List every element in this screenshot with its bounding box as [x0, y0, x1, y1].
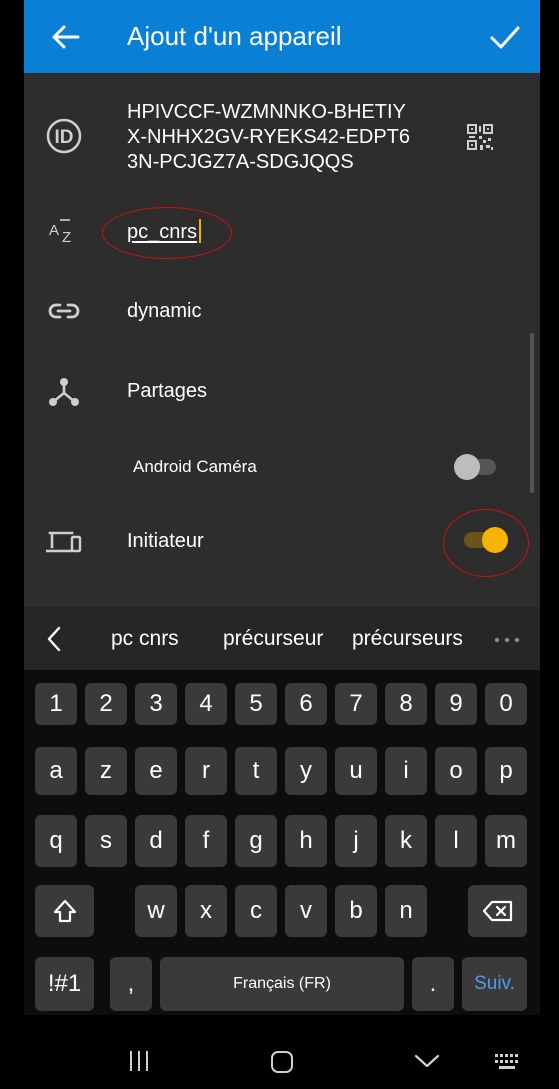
- svg-text:ID: ID: [55, 127, 74, 148]
- device-id-text[interactable]: HPIVCCF-WZMNNKO-BHETIY X-NHHX2GV-RYEKS42…: [127, 100, 427, 175]
- key[interactable]: g: [235, 815, 277, 867]
- key[interactable]: u: [335, 747, 377, 795]
- key[interactable]: l: [435, 815, 477, 867]
- page-title: Ajout d'un appareil: [127, 21, 342, 51]
- key[interactable]: 4: [185, 683, 227, 725]
- shift-key[interactable]: [35, 885, 94, 937]
- key[interactable]: z: [85, 747, 127, 795]
- key[interactable]: 1: [35, 683, 77, 725]
- key[interactable]: q: [35, 815, 77, 867]
- period-key[interactable]: .: [412, 957, 454, 1011]
- id-icon: ID: [46, 118, 82, 154]
- key[interactable]: j: [335, 815, 377, 867]
- suggestion-item[interactable]: précurseur: [223, 627, 323, 651]
- key[interactable]: o: [435, 747, 477, 795]
- key[interactable]: s: [85, 815, 127, 867]
- key[interactable]: c: [235, 885, 277, 937]
- key[interactable]: 7: [335, 683, 377, 725]
- key[interactable]: w: [135, 885, 177, 937]
- system-nav-bar: [24, 1015, 540, 1089]
- backspace-icon: [482, 900, 512, 922]
- scrollbar[interactable]: [530, 333, 534, 493]
- symbols-key[interactable]: !#1: [35, 957, 94, 1011]
- devices-icon: [46, 531, 82, 553]
- device-form: ID HPIVCCF-WZMNNKO-BHETIY X-NHHX2GV-RYEK…: [24, 73, 540, 607]
- space-key[interactable]: Français (FR): [160, 957, 404, 1011]
- key[interactable]: f: [185, 815, 227, 867]
- recent-apps-icon[interactable]: [127, 1049, 151, 1073]
- suggestion-item[interactable]: précurseurs: [352, 627, 463, 651]
- check-icon[interactable]: [486, 18, 524, 56]
- link-icon: [48, 303, 80, 319]
- key[interactable]: t: [235, 747, 277, 795]
- key[interactable]: 2: [85, 683, 127, 725]
- shares-label: Partages: [127, 380, 208, 402]
- app-bar: Ajout d'un appareil: [24, 0, 540, 73]
- suggestion-bar: pc cnrs précurseur précurseurs: [24, 607, 540, 670]
- svg-text:Z: Z: [62, 229, 71, 246]
- next-key[interactable]: Suiv.: [462, 957, 527, 1011]
- annotation-oval-name: [102, 207, 232, 259]
- key[interactable]: a: [35, 747, 77, 795]
- share-nodes-icon: [49, 378, 79, 406]
- android-camera-toggle[interactable]: [452, 452, 500, 482]
- suggestion-item[interactable]: pc cnrs: [111, 627, 179, 651]
- key[interactable]: k: [385, 815, 427, 867]
- chevron-left-icon[interactable]: [44, 625, 64, 653]
- key[interactable]: y: [285, 747, 327, 795]
- key[interactable]: b: [335, 885, 377, 937]
- device-id-line: 3N-PCJGZ7A-SDGJQQS: [127, 151, 354, 173]
- key[interactable]: 8: [385, 683, 427, 725]
- key[interactable]: r: [185, 747, 227, 795]
- key[interactable]: i: [385, 747, 427, 795]
- key[interactable]: 5: [235, 683, 277, 725]
- device-id-line: HPIVCCF-WZMNNKO-BHETIY: [127, 101, 406, 123]
- screen: Ajout d'un appareil ID HPIVCCF-WZMNNKO-B…: [24, 0, 540, 1089]
- key[interactable]: n: [385, 885, 427, 937]
- keyboard-switch-icon[interactable]: [494, 1053, 522, 1071]
- home-icon[interactable]: [269, 1049, 295, 1075]
- hide-keyboard-icon[interactable]: [413, 1053, 441, 1069]
- device-id-line: X-NHHX2GV-RYEKS42-EDPT6: [127, 126, 411, 148]
- key[interactable]: h: [285, 815, 327, 867]
- toggle-thumb: [454, 454, 480, 480]
- more-options-icon[interactable]: [494, 637, 520, 643]
- key[interactable]: 9: [435, 683, 477, 725]
- annotation-oval-toggle: [443, 509, 529, 577]
- address-value[interactable]: dynamic: [127, 300, 201, 323]
- key[interactable]: p: [485, 747, 527, 795]
- keyboard: 1 2 3 4 5 6 7 8 9 0 a z e r t y u i o p …: [24, 670, 540, 1015]
- key[interactable]: v: [285, 885, 327, 937]
- key[interactable]: x: [185, 885, 227, 937]
- arrow-left-icon[interactable]: [48, 19, 84, 55]
- share-folder-label: Android Caméra: [133, 457, 257, 476]
- key[interactable]: 0: [485, 683, 527, 725]
- key[interactable]: d: [135, 815, 177, 867]
- shift-icon: [53, 899, 76, 923]
- introducer-label: Initiateur: [127, 530, 204, 552]
- qr-code-icon[interactable]: [466, 123, 494, 151]
- key[interactable]: 6: [285, 683, 327, 725]
- svg-text:A: A: [49, 222, 59, 239]
- backspace-key[interactable]: [468, 885, 527, 937]
- comma-key[interactable]: ,: [110, 957, 152, 1011]
- sort-az-icon: A Z: [49, 219, 71, 246]
- key[interactable]: m: [485, 815, 527, 867]
- key[interactable]: e: [135, 747, 177, 795]
- key[interactable]: 3: [135, 683, 177, 725]
